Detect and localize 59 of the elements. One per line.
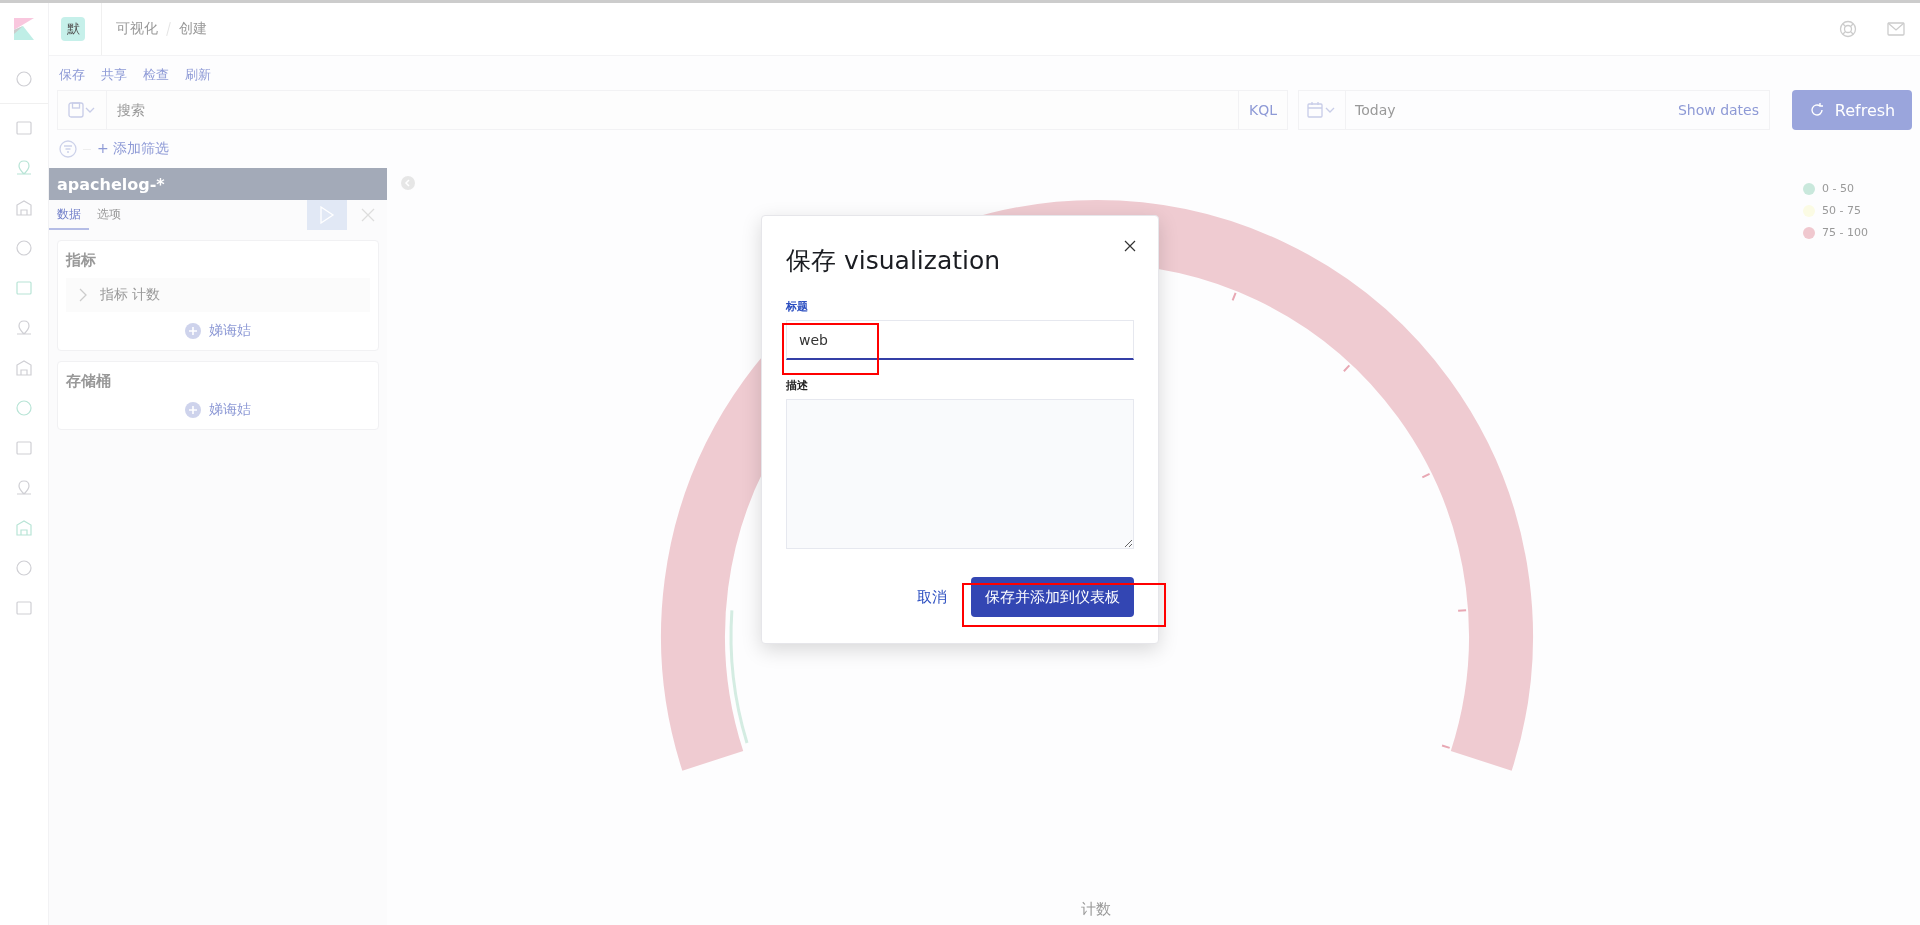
app-icon[interactable] <box>15 70 33 88</box>
section-title: 指标 <box>66 251 97 270</box>
legend-label[interactable]: 0 - 50 <box>1822 182 1854 195</box>
collapse-icon[interactable] <box>401 176 415 190</box>
app-icon[interactable] <box>15 159 33 177</box>
close-icon[interactable] <box>1124 240 1136 252</box>
breadcrumb[interactable]: 创建 <box>179 20 207 38</box>
space-badge[interactable]: 默 <box>61 17 85 41</box>
plus-icon <box>185 402 201 418</box>
field-label: 标题 <box>786 299 809 314</box>
legend-label[interactable]: 75 - 100 <box>1822 226 1868 239</box>
section-title: 存储桶 <box>66 372 112 391</box>
language-toggle[interactable]: KQL <box>1238 90 1288 130</box>
add-filter-link[interactable]: + 添加筛选 <box>97 140 170 158</box>
save-button[interactable]: 保存并添加到仪表板 <box>971 577 1134 617</box>
filter-icon[interactable] <box>59 140 77 158</box>
menu-link[interactable]: 刷新 <box>185 66 211 84</box>
editor-tab[interactable]: 数据 <box>49 200 89 230</box>
calendar-icon <box>1307 102 1337 118</box>
date-value: Today <box>1354 102 1397 118</box>
save-icon <box>68 102 96 118</box>
search-field[interactable]: 搜索 <box>107 90 1238 130</box>
plus-icon <box>185 323 201 339</box>
breadcrumb[interactable]: 可视化 <box>116 20 158 38</box>
app-icon[interactable] <box>15 439 33 457</box>
app-icon[interactable] <box>15 479 33 497</box>
saved-query-button[interactable] <box>57 90 107 130</box>
app-icon[interactable] <box>15 119 33 137</box>
app-icon[interactable] <box>15 319 33 337</box>
app-icon[interactable] <box>15 599 33 617</box>
menu-link[interactable]: 检查 <box>143 66 169 84</box>
apply-button[interactable] <box>307 200 347 230</box>
app-icon[interactable] <box>15 199 33 217</box>
app-icon[interactable] <box>15 279 33 297</box>
app-icon[interactable] <box>15 399 33 417</box>
dialog-title: 保存 visualization <box>786 245 1001 277</box>
play-icon <box>319 206 335 224</box>
description-field[interactable] <box>786 399 1134 549</box>
aggregation-row[interactable]: 指标 计数 <box>66 278 370 312</box>
axis-label: 计数 <box>1081 900 1111 919</box>
aggregation-label: 指标 计数 <box>100 286 161 304</box>
refresh-icon <box>1808 102 1825 118</box>
menu-link[interactable]: 保存 <box>59 66 85 84</box>
add-link[interactable]: 娣诲姞 <box>185 322 251 340</box>
cancel-link[interactable]: 取消 <box>917 587 947 607</box>
index-pattern-title: apachelog-* <box>49 168 387 200</box>
legend-label[interactable]: 50 - 75 <box>1822 204 1861 217</box>
field-label: 描述 <box>786 378 809 393</box>
title-field[interactable]: web <box>786 320 1134 360</box>
app-icon[interactable] <box>15 559 33 577</box>
menu-link[interactable]: 共享 <box>101 66 127 84</box>
chevron-icon[interactable] <box>78 288 88 302</box>
show-dates-link[interactable]: Show dates <box>1677 102 1769 118</box>
editor-tab[interactable]: 选项 <box>89 200 129 230</box>
refresh-button[interactable]: Refresh <box>1792 90 1912 130</box>
app-icon[interactable] <box>15 239 33 257</box>
app-icon[interactable] <box>15 519 33 537</box>
add-link[interactable]: 娣诲姞 <box>185 401 251 419</box>
app-icon[interactable] <box>15 359 33 377</box>
